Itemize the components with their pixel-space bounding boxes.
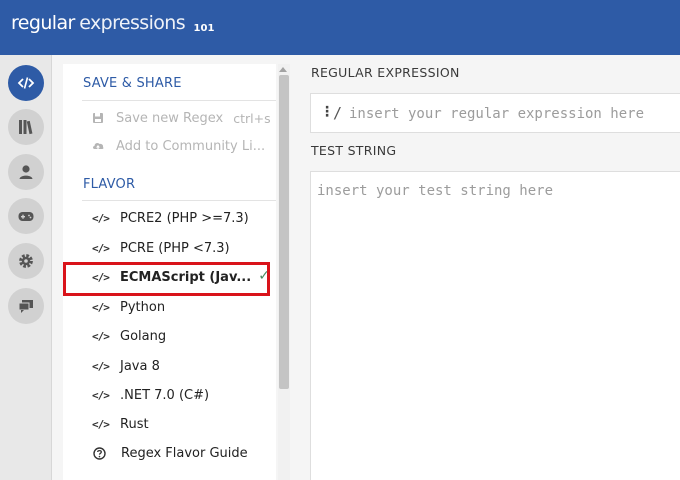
flavor-label: Java 8: [120, 358, 160, 374]
section-divider: [82, 200, 276, 201]
editor-nav-button[interactable]: [8, 65, 44, 101]
test-string-label: TEST STRING: [311, 143, 397, 158]
regex-placeholder: insert your regular expression here: [349, 106, 645, 122]
flavor-label: Python: [120, 299, 166, 315]
account-icon: [19, 165, 33, 179]
test-string-placeholder: insert your test string here: [317, 183, 554, 199]
app-header: regular expressions 101: [0, 0, 680, 55]
account-nav-button[interactable]: [8, 154, 44, 190]
settings-icon: [19, 254, 33, 268]
save-icon: [93, 113, 103, 123]
code-icon: </>: [92, 388, 110, 402]
section-divider: [82, 100, 276, 101]
flavor-label: PCRE (PHP <7.3): [120, 240, 230, 256]
library-icon: [19, 120, 33, 135]
flavor-item-dotnet[interactable]: </> .NET 7.0 (C#): [92, 385, 278, 405]
flavor-item-java8[interactable]: </> Java 8: [92, 356, 278, 376]
scroll-up-arrow-icon[interactable]: [279, 67, 287, 72]
flavor-label: .NET 7.0 (C#): [120, 387, 210, 403]
save-shortcut-hint: ctrl+s: [233, 110, 271, 126]
chat-nav-button[interactable]: [8, 288, 44, 324]
app-logo[interactable]: regular expressions 101: [11, 12, 214, 34]
selection-highlight-box: [63, 262, 270, 296]
flavor-item-python[interactable]: </> Python: [92, 297, 278, 317]
chat-icon: [18, 300, 33, 313]
icon-sidebar: [0, 55, 52, 480]
test-string-input[interactable]: insert your test string here: [310, 171, 680, 480]
library-nav-button[interactable]: [8, 109, 44, 145]
cloud-upload-icon: [93, 142, 104, 150]
flavor-item-pcre[interactable]: </> PCRE (PHP <7.3): [92, 238, 278, 258]
flavor-label: Golang: [120, 328, 167, 344]
flavor-item-golang[interactable]: </> Golang: [92, 326, 278, 346]
code-icon: </>: [92, 211, 110, 225]
code-icon: </>: [92, 359, 110, 373]
flavor-item-pcre2[interactable]: </> PCRE2 (PHP >=7.3): [92, 208, 278, 228]
add-to-community-label: Add to Community Li...: [116, 138, 266, 154]
add-to-community-item[interactable]: Add to Community Li...: [92, 137, 265, 155]
regex-input[interactable]: ⋮ / insert your regular expression here: [310, 93, 680, 133]
save-share-title: SAVE & SHARE: [83, 76, 182, 91]
save-new-regex-label: Save new Regex: [116, 110, 224, 126]
flavor-label: Rust: [120, 416, 149, 432]
quiz-nav-button[interactable]: [8, 198, 44, 234]
delimiter-menu-icon[interactable]: ⋮: [320, 104, 334, 120]
help-circle-icon: [93, 446, 106, 460]
flavor-guide-label: Regex Flavor Guide: [121, 445, 248, 461]
regex-delimiter: /: [333, 104, 343, 122]
flavor-title: FLAVOR: [83, 177, 136, 192]
quiz-icon: [18, 212, 34, 221]
save-new-regex-item[interactable]: Save new Regex ctrl+s: [92, 109, 271, 127]
logo-version: 101: [193, 23, 215, 34]
flavor-item-rust[interactable]: </> Rust: [92, 414, 278, 434]
flavor-label: PCRE2 (PHP >=7.3): [120, 210, 249, 226]
code-icon: </>: [92, 329, 110, 343]
editor-main: REGULAR EXPRESSION ⋮ / insert your regul…: [298, 55, 680, 480]
logo-word-regular: regular: [11, 12, 75, 34]
code-icon: </>: [92, 300, 110, 314]
regex-flavor-guide-item[interactable]: Regex Flavor Guide: [92, 443, 278, 463]
settings-nav-button[interactable]: [8, 243, 44, 279]
code-icon: </>: [92, 417, 110, 431]
regex-section-label: REGULAR EXPRESSION: [311, 65, 460, 80]
logo-word-expressions: expressions: [79, 12, 186, 34]
code-icon: [17, 77, 35, 89]
code-icon: </>: [92, 241, 110, 255]
menu-scrollbar-thumb[interactable]: [279, 75, 289, 389]
